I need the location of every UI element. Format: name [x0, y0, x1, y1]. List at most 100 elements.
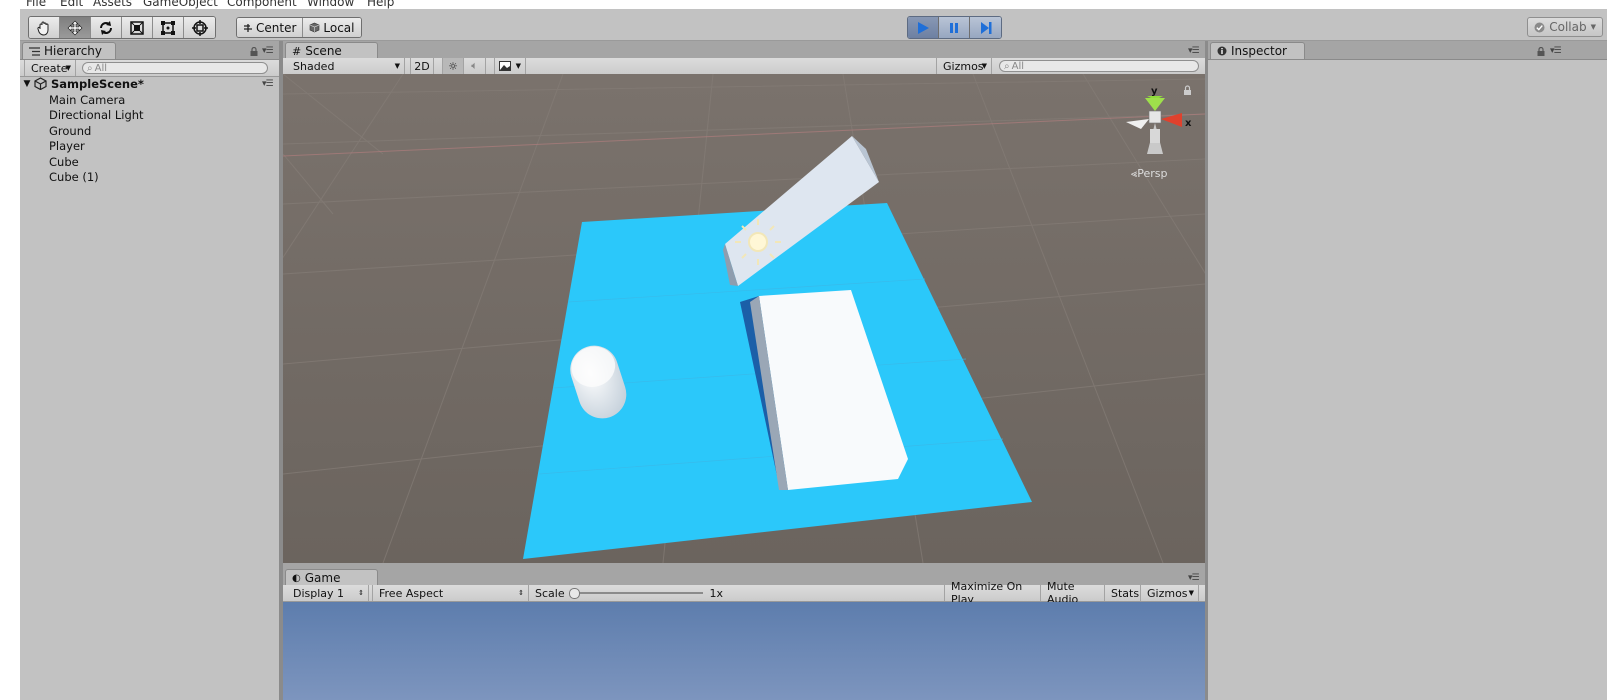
scene-search-input[interactable]: ⌕ All — [999, 60, 1199, 72]
hierarchy-item-label: Ground — [49, 123, 92, 138]
pivot-local-button[interactable]: Local — [303, 18, 361, 37]
hierarchy-item-ground[interactable]: Ground — [20, 123, 279, 138]
pivot-center-icon — [244, 23, 252, 32]
scene-lighting-toggle[interactable]: ☼ — [442, 58, 464, 74]
playmode-controls — [907, 16, 1002, 39]
shading-mode-label: Shaded — [293, 59, 335, 73]
gizmo-x-label: x — [1185, 118, 1192, 129]
display-dropdown[interactable]: Display 1 ⇕ — [287, 585, 369, 601]
menu-gameobject[interactable]: GameObject — [143, 0, 218, 9]
inspector-panel: Inspector ▾☰ — [1208, 41, 1607, 700]
scene-canvas[interactable]: y x ⪡Persp — [283, 74, 1205, 563]
search-icon: ⌕ — [1004, 60, 1010, 72]
scale-tool-button[interactable] — [122, 17, 153, 38]
lock-icon[interactable] — [1537, 47, 1545, 56]
dropdown-arrow-icon: ▼ — [65, 64, 71, 72]
game-menu-icon[interactable]: ▾☰ — [1188, 573, 1200, 583]
menu-help[interactable]: Help — [367, 0, 394, 9]
inspector-menu-icon[interactable]: ▾☰ — [1550, 46, 1562, 56]
hand-tool-button[interactable] — [29, 17, 60, 38]
scene-root-row[interactable]: ▼ SampleScene* — [20, 76, 279, 91]
2d-toggle[interactable]: 2D — [410, 58, 434, 74]
aspect-dropdown[interactable]: Free Aspect ⇕ — [372, 585, 529, 601]
move-tool-button[interactable] — [60, 17, 91, 38]
hierarchy-item-label: Directional Light — [49, 107, 144, 122]
rect-icon — [161, 20, 175, 35]
image-icon — [499, 61, 511, 71]
transform-tools — [28, 16, 216, 39]
sun-icon: ☼ — [448, 59, 458, 73]
hierarchy-item-main-camera[interactable]: Main Camera — [20, 92, 279, 107]
hierarchy-item-label: Player — [49, 138, 85, 153]
stats-toggle[interactable]: Stats — [1105, 585, 1141, 601]
tab-game[interactable]: ◐ Game — [285, 569, 378, 586]
pause-icon — [950, 22, 958, 33]
hierarchy-item-cube-1[interactable]: Cube (1) — [20, 169, 279, 184]
display-label: Display 1 — [293, 586, 345, 600]
scale-control: Scale 1x — [529, 585, 729, 601]
lock-icon[interactable] — [250, 47, 258, 56]
shading-mode-dropdown[interactable]: Shaded ▼ — [287, 58, 405, 74]
projection-mode-label[interactable]: ⪡Persp — [1131, 167, 1167, 180]
game-toolbar: Display 1 ⇕ Free Aspect ⇕ Scale 1x Maxim… — [283, 580, 1205, 606]
create-label: Create — [31, 61, 68, 75]
menu-edit[interactable]: Edit — [60, 0, 83, 9]
scene-gizmos-label: Gizmos — [943, 59, 984, 73]
game-controller-icon: ◐ — [292, 572, 301, 584]
menu-assets[interactable]: Assets — [93, 0, 132, 9]
scene-effects-dropdown[interactable]: ▼ — [494, 58, 526, 74]
grid-icon: # — [292, 44, 302, 58]
scene-audio-toggle[interactable]: 🔈︎ — [464, 58, 486, 74]
game-viewport[interactable] — [283, 602, 1205, 700]
menu-window[interactable]: Window — [307, 0, 354, 9]
scene-row-menu-icon[interactable]: ▾☰ — [262, 79, 274, 89]
transform-tool-button[interactable] — [184, 17, 215, 38]
rect-tool-button[interactable] — [153, 17, 184, 38]
scene-gizmos-dropdown[interactable]: Gizmos ▼ — [936, 58, 992, 74]
scene-toolbar: Shaded ▼ 2D ☼ 🔈︎ ▼ Gizmos ▼ ⌕ All — [283, 58, 1205, 75]
scene-tab-label: Scene — [305, 44, 342, 58]
create-dropdown[interactable]: Create ▼ — [24, 60, 76, 76]
tab-scene[interactable]: # Scene — [285, 42, 378, 59]
scale-slider-thumb[interactable] — [568, 588, 580, 599]
menu-file[interactable]: File — [26, 0, 46, 9]
hierarchy-item-label: Cube (1) — [49, 169, 99, 184]
maximize-on-play-toggle[interactable]: Maximize On Play — [944, 580, 1041, 606]
scene-menu-icon[interactable]: ▾☰ — [1188, 46, 1200, 56]
tab-inspector[interactable]: Inspector — [1210, 42, 1305, 59]
mute-audio-toggle[interactable]: Mute Audio — [1041, 580, 1105, 606]
scene-name: SampleScene* — [51, 76, 144, 91]
hierarchy-item-cube[interactable]: Cube — [20, 154, 279, 169]
hierarchy-item-directional-light[interactable]: Directional Light — [20, 107, 279, 122]
hierarchy-item-player[interactable]: Player — [20, 138, 279, 153]
collab-button[interactable]: Collab ▼ — [1527, 17, 1603, 37]
rotate-tool-button[interactable] — [91, 17, 122, 38]
scale-slider-track[interactable] — [568, 588, 704, 599]
collab-label: Collab — [1549, 20, 1587, 34]
speaker-icon: 🔈︎ — [471, 59, 478, 72]
play-button[interactable] — [908, 17, 939, 38]
scene-panel: # Scene ▾☰ Shaded ▼ 2D ☼ 🔈︎ ▼ Gizmos ▼ ⌕… — [283, 41, 1205, 563]
scene-viewport[interactable]: y x ⪡Persp — [283, 74, 1205, 563]
menu-component[interactable]: Component — [227, 0, 297, 9]
dropdown-arrow-icon: ▼ — [394, 62, 400, 70]
cube-icon — [310, 22, 320, 33]
dropdown-arrow-icon: ▼ — [1188, 589, 1194, 597]
dropdown-arrow-icon: ⇕ — [358, 589, 364, 597]
aspect-label: Free Aspect — [379, 586, 444, 600]
hierarchy-search-input[interactable]: ⌕ All — [82, 62, 268, 74]
tab-hierarchy[interactable]: Hierarchy — [22, 42, 116, 59]
game-gizmos-dropdown[interactable]: Gizmos ▼ — [1141, 585, 1199, 601]
2d-label: 2D — [414, 59, 430, 73]
gizmo-y-label: y — [1151, 86, 1158, 97]
inspector-tab-label: Inspector — [1231, 44, 1287, 58]
expand-arrow-icon[interactable]: ▼ — [20, 79, 34, 89]
inspector-tabstrip: Inspector ▾☰ — [1208, 41, 1607, 60]
step-button[interactable] — [970, 17, 1001, 38]
info-icon — [1217, 46, 1227, 56]
pause-button[interactable] — [939, 17, 970, 38]
hierarchy-item-label: Main Camera — [49, 92, 126, 107]
hierarchy-menu-icon[interactable]: ▾☰ — [262, 46, 274, 56]
pivot-center-button[interactable]: Center — [237, 18, 304, 37]
hierarchy-panel: Hierarchy ▾☰ Create ▼ ⌕ All ▼ SampleScen… — [20, 41, 279, 700]
